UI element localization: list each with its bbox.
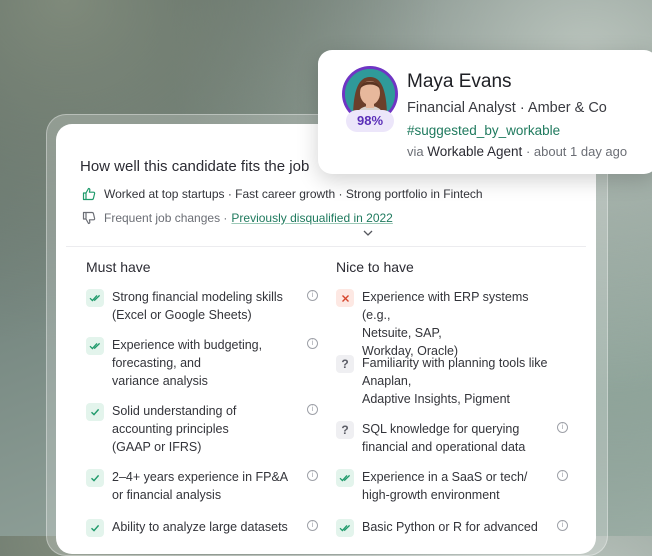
candidate-name: Maya Evans [407,71,512,92]
fit-title: How well this candidate fits the job [80,158,310,175]
requirement-text: 2–4+ years experience in FP&A or financi… [112,470,289,502]
requirement-text: Experience with ERP systems (e.g., Netsu… [362,290,529,358]
requirement-text: Familiarity with planning tools like Ana… [362,356,548,406]
disqualified-link[interactable]: Previously disqualified in 2022 [231,211,392,225]
divider [66,246,586,247]
positive-signals-text: Worked at top startups · Fast career gro… [104,187,483,201]
cross-icon [336,289,354,307]
negative-signals: Frequent job changes · Previously disqua… [80,210,393,226]
requirement-item: 2–4+ years experience in FP&A or financi… [86,468,318,504]
requirement-item: Experience with budgeting, forecasting, … [86,336,318,390]
via-time: · about 1 day ago [525,144,628,159]
requirement-item: Basic Python or R for advanced i [336,518,568,537]
requirement-text: Experience with budgeting, forecasting, … [112,338,263,388]
requirement-text: Solid understanding of accounting princi… [112,404,237,454]
info-icon[interactable]: i [307,338,318,349]
must-have-column: Must have Strong financial modeling skil… [86,258,318,537]
check-icon [86,403,104,421]
double-check-icon [86,289,104,307]
info-icon[interactable]: i [307,470,318,481]
thumbs-down-icon [80,210,98,226]
info-icon[interactable]: i [557,520,568,531]
candidate-fit-card: How well this candidate fits the job Wor… [56,124,596,554]
info-icon[interactable]: i [307,404,318,415]
requirement-item: ? Familiarity with planning tools like An… [336,354,568,408]
info-icon[interactable]: i [307,520,318,531]
requirement-item: Solid understanding of accounting princi… [86,402,318,456]
source-line: via Workable Agent · about 1 day ago [407,144,627,159]
requirement-item: Experience with ERP systems (e.g., Netsu… [336,288,568,360]
requirement-text: Strong financial modeling skills (Excel … [112,290,283,322]
negative-signals-text: Frequent job changes · [104,211,228,225]
info-icon[interactable]: i [557,470,568,481]
requirement-text: Basic Python or R for advanced [362,520,538,534]
agent-name: Workable Agent [427,144,523,159]
requirement-text: Experience in a SaaS or tech/ high-growt… [362,470,528,502]
double-check-icon [336,519,354,537]
double-check-icon [86,337,104,355]
question-icon: ? [336,355,354,373]
question-icon: ? [336,421,354,439]
requirement-item: Ability to analyze large datasets i [86,518,318,537]
info-icon[interactable]: i [307,290,318,301]
candidate-role: Financial Analyst · Amber & Co [407,100,607,116]
requirement-item: Experience in a SaaS or tech/ high-growt… [336,468,568,504]
must-have-title: Must have [86,259,151,275]
positive-signals: Worked at top startups · Fast career gro… [80,186,483,202]
double-check-icon [336,469,354,487]
nice-to-have-title: Nice to have [336,259,414,275]
chevron-down-icon[interactable] [362,228,374,238]
requirement-text: SQL knowledge for querying financial and… [362,422,526,454]
match-score-badge: 98% [346,110,394,132]
check-icon [86,519,104,537]
suggested-tag[interactable]: #suggested_by_workable [407,123,560,138]
requirement-text: Ability to analyze large datasets [112,520,288,534]
thumbs-up-icon [80,186,98,202]
via-prefix: via [407,144,424,159]
check-icon [86,469,104,487]
requirement-item: ? SQL knowledge for querying financial an… [336,420,568,456]
info-icon[interactable]: i [557,422,568,433]
nice-to-have-column: Nice to have Experience with ERP systems… [336,258,568,537]
candidate-profile-card[interactable]: 98% Maya Evans Financial Analyst · Amber… [318,50,652,174]
requirement-item: Strong financial modeling skills (Excel … [86,288,318,324]
